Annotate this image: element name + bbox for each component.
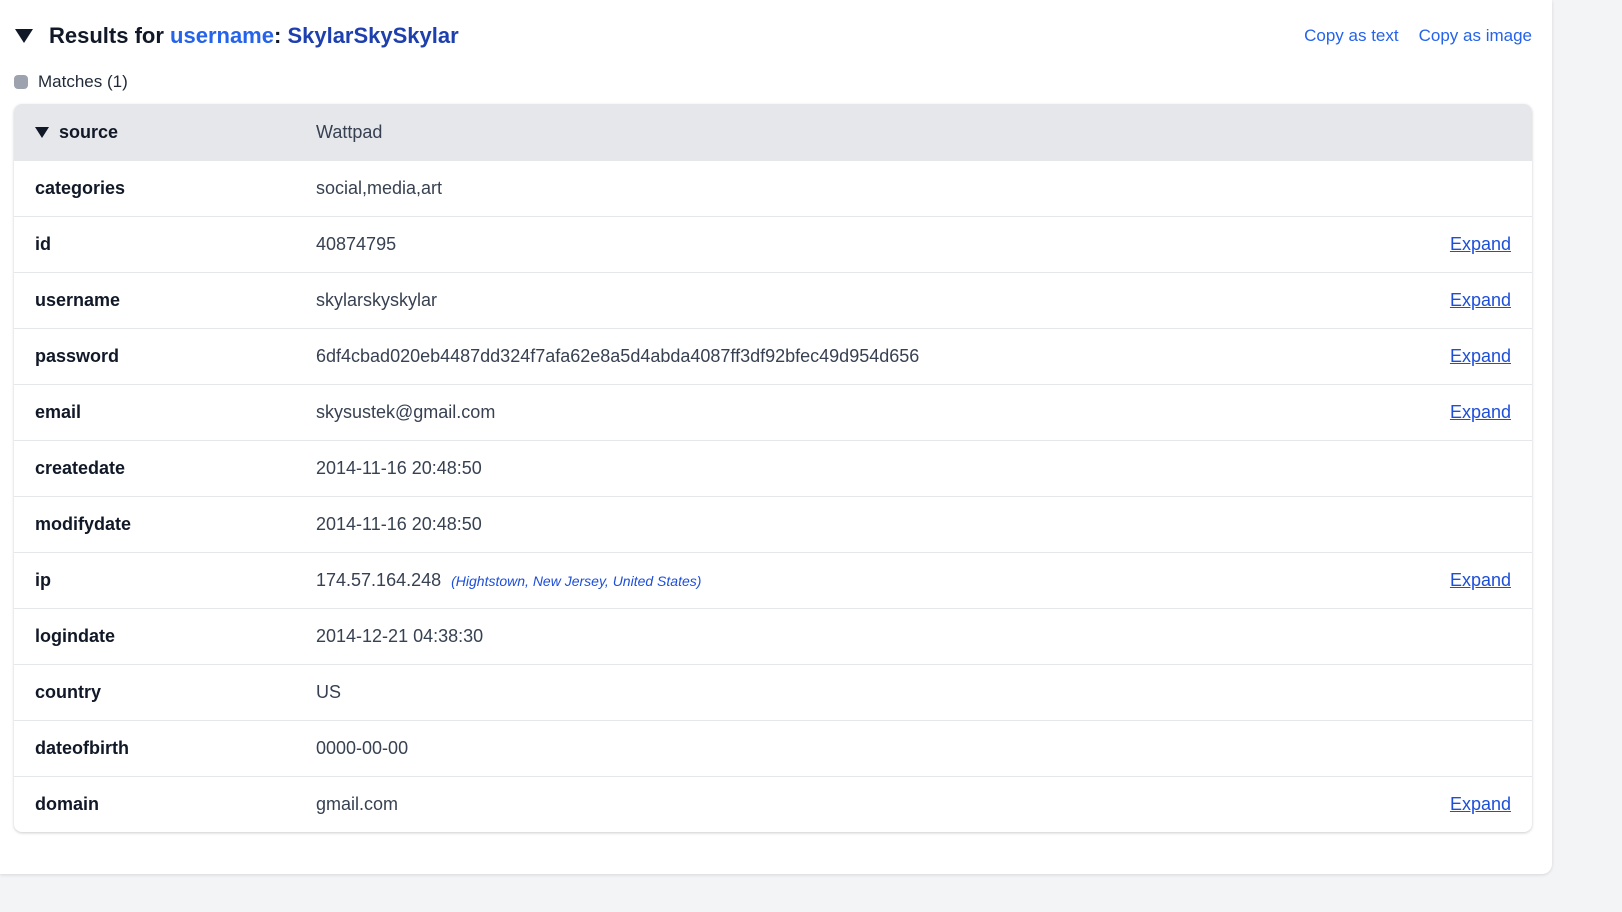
field-key: country [35, 682, 102, 702]
results-header: Results for username: SkylarSkySkylar Co… [14, 20, 1532, 52]
copy-as-image-button[interactable]: Copy as image [1419, 26, 1532, 46]
field-value-container: 0000-00-00 [316, 738, 1532, 759]
title-field: username [170, 23, 274, 48]
field-value: 174.57.164.248 [316, 570, 442, 590]
field-value: social,media,art [316, 178, 443, 198]
field-row-country: country US [14, 664, 1532, 720]
field-row-username: username skylarskyskylar Expand [14, 272, 1532, 328]
field-value-container: 2014-11-16 20:48:50 [316, 458, 1532, 479]
title-value: SkylarSkySkylar [287, 23, 459, 48]
field-value-container: skylarskyskylar [316, 290, 1532, 311]
field-value: 2014-11-16 20:48:50 [316, 514, 482, 534]
field-value: skysustek@gmail.com [316, 402, 496, 422]
field-value-container: skysustek@gmail.com [316, 402, 1532, 423]
copy-as-text-button[interactable]: Copy as text [1304, 26, 1399, 46]
field-key: categories [35, 178, 126, 198]
field-value: 2014-12-21 04:38:30 [316, 626, 484, 646]
field-row-domain: domain gmail.com Expand [14, 776, 1532, 832]
field-key: dateofbirth [35, 738, 129, 758]
title-prefix: Results for [49, 23, 171, 48]
results-panel: Results for username: SkylarSkySkylar Co… [0, 0, 1552, 874]
field-key: modifydate [35, 514, 132, 534]
field-row-id: id 40874795 Expand [14, 216, 1532, 272]
field-value: gmail.com [316, 794, 399, 814]
field-value-container: 2014-11-16 20:48:50 [316, 514, 1532, 535]
matches-toggle[interactable]: Matches (1) [14, 70, 128, 94]
expand-button[interactable]: Expand [1450, 794, 1511, 815]
field-key: username [35, 290, 121, 310]
field-row-password: password 6df4cbad020eb4487dd324f7afa62e8a… [14, 328, 1532, 384]
expand-button[interactable]: Expand [1450, 290, 1511, 311]
field-key: domain [35, 794, 100, 814]
field-value-container: 6df4cbad020eb4487dd324f7afa62e8a5d4abda4… [316, 346, 1532, 367]
source-value: Wattpad [316, 121, 383, 142]
field-value: US [316, 682, 342, 702]
matches-label: Matches (1) [38, 72, 128, 91]
results-title-group[interactable]: Results for username: SkylarSkySkylar [14, 23, 459, 49]
source-caret-icon[interactable] [35, 126, 49, 138]
field-value: 6df4cbad020eb4487dd324f7afa62e8a5d4abda4… [316, 346, 920, 366]
field-value: 2014-11-16 20:48:50 [316, 458, 482, 478]
source-key-label: source [59, 121, 119, 142]
results-title: Results for username: SkylarSkySkylar [49, 23, 459, 49]
collapse-caret-icon[interactable] [15, 29, 33, 43]
field-row-modifydate: modifydate 2014-11-16 20:48:50 [14, 496, 1532, 552]
ip-geolocation-link[interactable]: (Hightstown, New Jersey, United States) [451, 573, 701, 589]
field-key: ip [35, 570, 51, 590]
expand-button[interactable]: Expand [1450, 234, 1511, 255]
field-row-categories: categories social,media,art [14, 160, 1532, 216]
field-value-container: 2014-12-21 04:38:30 [316, 626, 1532, 647]
field-row-email: email skysustek@gmail.com Expand [14, 384, 1532, 440]
field-key: logindate [35, 626, 115, 646]
source-row[interactable]: source Wattpad [14, 104, 1532, 160]
field-value-container: social,media,art [316, 178, 1532, 199]
field-value: 40874795 [316, 234, 397, 254]
field-value-container: gmail.com [316, 794, 1532, 815]
field-value: 0000-00-00 [316, 738, 409, 758]
field-value: skylarskyskylar [316, 290, 438, 310]
field-key: id [35, 234, 51, 254]
field-row-ip: ip 174.57.164.248 (Hightstown, New Jersey,… [14, 552, 1532, 608]
field-row-createdate: createdate 2014-11-16 20:48:50 [14, 440, 1532, 496]
matches-checkbox-icon[interactable] [14, 75, 28, 89]
expand-button[interactable]: Expand [1450, 570, 1511, 591]
field-row-logindate: logindate 2014-12-21 04:38:30 [14, 608, 1532, 664]
field-key: password [35, 346, 120, 366]
expand-button[interactable]: Expand [1450, 402, 1511, 423]
field-row-dateofbirth: dateofbirth 0000-00-00 [14, 720, 1532, 776]
source-key: source [14, 122, 316, 143]
field-value-container: 40874795 [316, 234, 1532, 255]
header-actions: Copy as text Copy as image [1304, 26, 1532, 46]
expand-button[interactable]: Expand [1450, 346, 1511, 367]
field-value-container: US [316, 682, 1532, 703]
field-key: email [35, 402, 82, 422]
field-key: createdate [35, 458, 126, 478]
result-card: source Wattpad categories social,media,ar… [14, 104, 1532, 832]
field-value-container: 174.57.164.248 (Hightstown, New Jersey, U… [316, 570, 1532, 591]
